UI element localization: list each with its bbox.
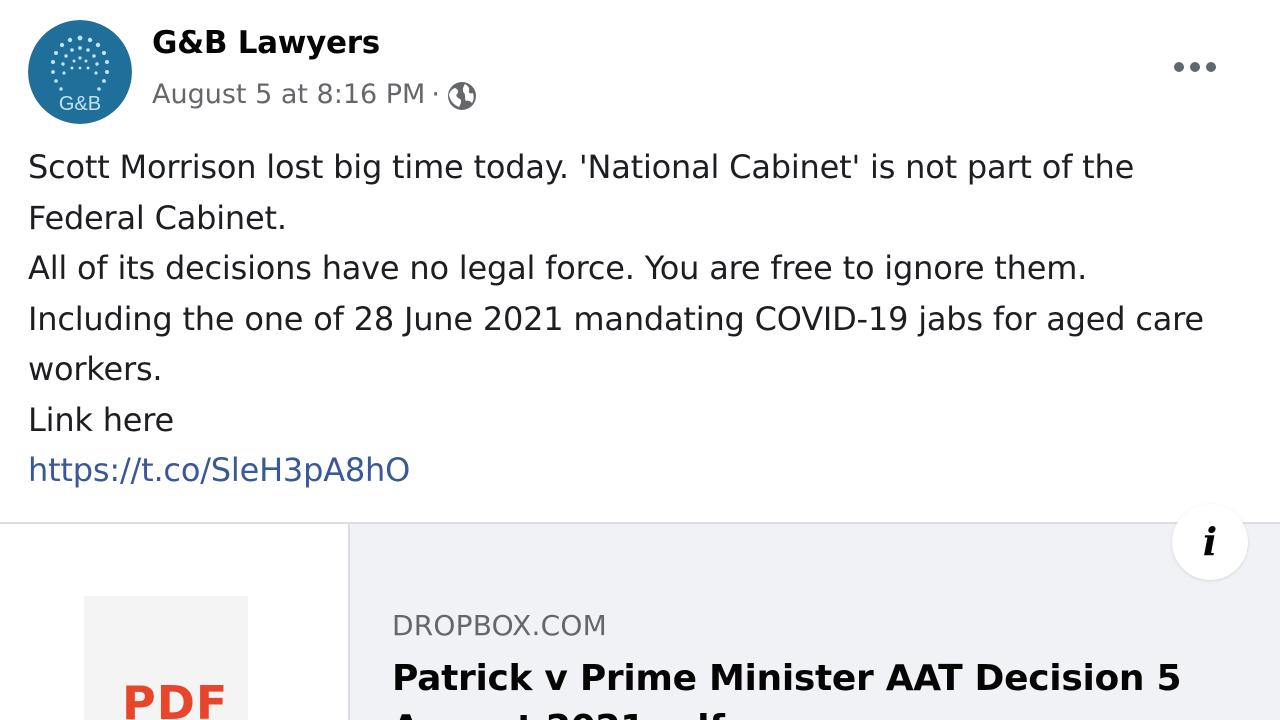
more-options-icon[interactable]: [1172, 50, 1218, 84]
pdf-label: PDF: [122, 676, 229, 720]
preview-info: DROPBOX.COM Patrick v Prime Minister AAT…: [350, 524, 1280, 720]
meta-separator: ·: [431, 79, 440, 110]
preview-thumbnail: PDF: [0, 524, 350, 720]
avatar-text: G&B: [58, 93, 102, 115]
facebook-post: G&B G&B Lawyers August 5 at 8:16 PM · Sc…: [0, 0, 1280, 720]
link-preview-card[interactable]: PDF DROPBOX.COM Patrick v Prime Minister…: [0, 524, 1280, 720]
post-meta: August 5 at 8:16 PM ·: [152, 76, 478, 114]
preview-domain: DROPBOX.COM: [392, 609, 607, 642]
globe-icon[interactable]: [446, 80, 478, 112]
page-name[interactable]: G&B Lawyers: [152, 22, 380, 64]
post-text-line: Including the one of 28 June 2021 mandat…: [28, 299, 1204, 389]
post-message: Scott Morrison lost big time today. 'Nat…: [28, 142, 1258, 496]
post-link[interactable]: https://t.co/SleH3pA8hO: [28, 451, 410, 489]
page-avatar[interactable]: G&B: [28, 20, 132, 124]
preview-title[interactable]: Patrick v Prime Minister AAT Decision 5 …: [392, 654, 1252, 720]
post-text-line: Scott Morrison lost big time today. 'Nat…: [28, 148, 1135, 237]
post-link-line: https://t.co/SleH3pA8hO: [28, 445, 1258, 496]
post-timestamp[interactable]: August 5 at 8:16 PM: [152, 76, 425, 114]
post-text-line: All of its decisions have no legal force…: [28, 249, 1088, 287]
post-text-line: Link here: [28, 400, 175, 439]
info-icon[interactable]: i: [1172, 504, 1248, 580]
info-glyph: i: [1202, 519, 1218, 564]
